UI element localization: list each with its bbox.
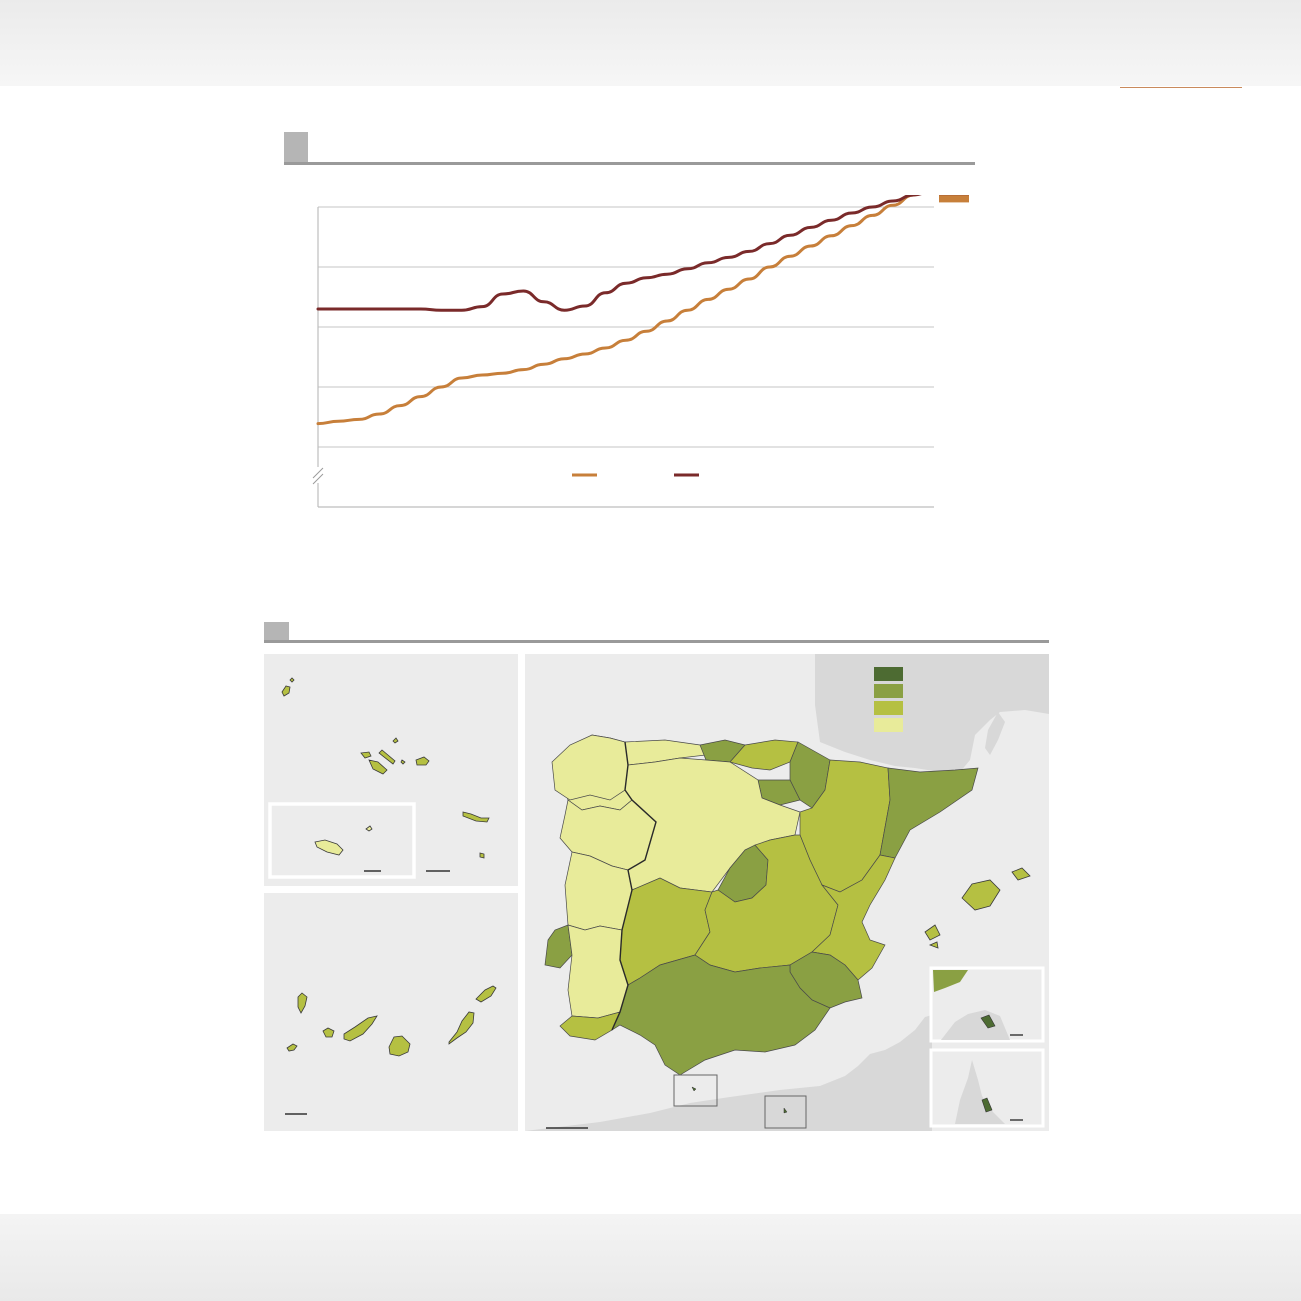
regional-choropleth-map <box>262 652 1049 1134</box>
map-legend-swatch-4 <box>874 718 903 732</box>
map-section-marker <box>264 622 289 642</box>
page-header-band <box>0 0 1301 86</box>
map-legend-swatch-2 <box>874 684 903 698</box>
header-accent-rule <box>1120 87 1242 88</box>
inset-azores-madeira <box>264 654 518 886</box>
map-legend-swatch-3 <box>874 701 903 715</box>
main-map-panel <box>525 654 1049 1131</box>
series-end-markers <box>939 195 969 203</box>
line-chart <box>312 195 969 508</box>
series-line-2 <box>316 195 922 312</box>
region-alentejo <box>567 924 629 1019</box>
chart-section-marker <box>284 132 308 164</box>
chart-gridlines <box>318 206 934 448</box>
ceuta-inset <box>929 966 1045 1043</box>
map-section-rule <box>264 640 1049 643</box>
map-legend-swatch-1 <box>874 667 903 681</box>
inset-canary-islands <box>264 893 518 1131</box>
chart-section-rule <box>284 162 975 165</box>
panel-separator-horizontal <box>262 886 520 893</box>
melilla-inset <box>929 1048 1045 1128</box>
page-footer-band <box>0 1214 1301 1301</box>
chart-series <box>316 195 922 426</box>
series-end-marker-1 <box>939 195 969 203</box>
inset-canary-bg <box>264 893 518 1131</box>
axis-break-marker <box>312 467 324 485</box>
inset-azores-madeira-bg <box>264 654 518 886</box>
